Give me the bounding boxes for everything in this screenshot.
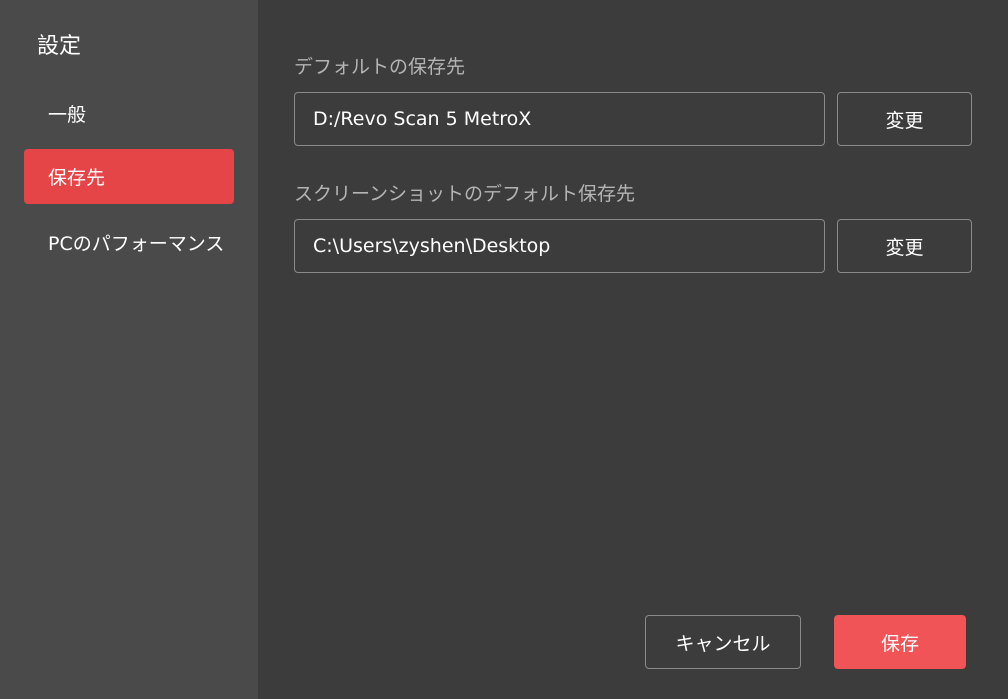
settings-window: 設定 一般 保存先 PCのパフォーマンス デフォルトの保存先 変更 スクリーンシ… [0,0,1008,699]
screenshot-save-label: スクリーンショットのデフォルト保存先 [294,183,636,205]
sidebar-item-save-location[interactable]: 保存先 [24,149,234,204]
save-button[interactable]: 保存 [834,615,966,669]
change-default-save-button[interactable]: 変更 [837,92,972,146]
sidebar: 設定 一般 保存先 PCのパフォーマンス [0,0,258,699]
default-save-path-field[interactable] [294,92,825,146]
sidebar-item-general[interactable]: 一般 [24,86,234,141]
main-panel: デフォルトの保存先 変更 スクリーンショットのデフォルト保存先 変更 キャンセル… [258,0,1008,699]
cancel-button[interactable]: キャンセル [645,615,801,669]
sidebar-title: 設定 [37,34,82,59]
sidebar-item-pc-performance[interactable]: PCのパフォーマンス [24,215,234,270]
change-screenshot-save-button[interactable]: 変更 [837,219,972,273]
screenshot-save-path-field[interactable] [294,219,825,273]
default-save-label: デフォルトの保存先 [294,56,466,78]
